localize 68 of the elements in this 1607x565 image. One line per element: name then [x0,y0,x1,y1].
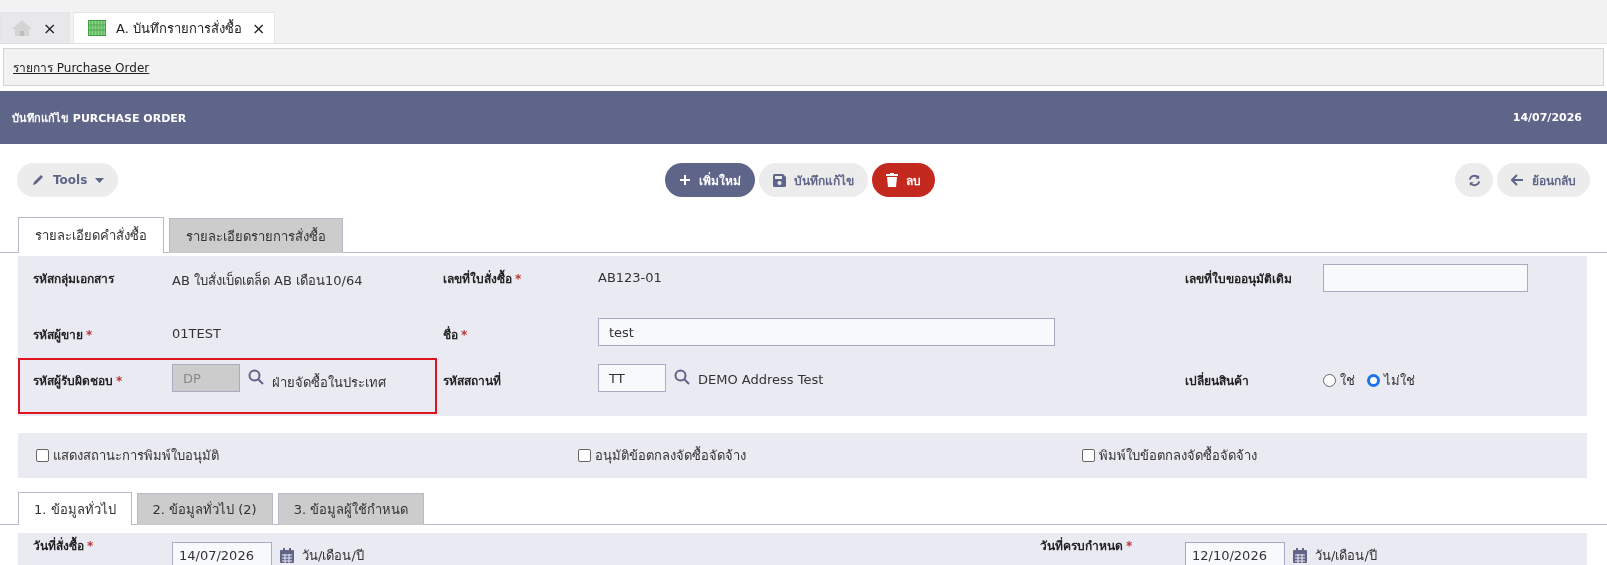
delete-button[interactable]: ลบ [872,163,935,197]
text-field[interactable]: test [598,318,1055,346]
save-button[interactable]: บันทึกแก้ไข [759,163,868,197]
radio-label: ไม่ใช่ [1384,372,1415,390]
field-label: รหัสผู้ขาย [33,327,83,345]
required-mark: * [87,539,94,553]
lookup-description: ฝ่ายจัดซื้อในประเทศ [272,372,386,392]
search-icon[interactable] [674,369,690,385]
close-icon[interactable]: × [251,18,266,38]
tab[interactable]: 3. ข้อมูลผู้ใช้กำหนด [277,493,425,525]
radio-button[interactable] [1323,374,1336,387]
field-label: เลขที่ใบขออนุมัติเดิม [1185,270,1292,289]
refresh-icon [1467,173,1481,187]
back-button[interactable]: ย้อนกลับ [1497,163,1590,197]
date-field[interactable]: 12/10/2026 [1185,542,1285,565]
text-field[interactable] [1323,264,1528,292]
required-mark: * [116,374,123,388]
refresh-button[interactable] [1455,163,1493,197]
field-label: รหัสผู้รับผิดชอบ [33,373,113,391]
checkbox-label: พิมพ์ใบข้อตกลงจัดซื้อจัดจ้าง [1099,445,1257,465]
date-format-hint: วัน/เดือน/ปี [1315,546,1377,565]
field-label: วันที่สั่งซื้อ [33,537,84,557]
field-label: วันที่ครบกำหนด [1040,537,1123,555]
pencil-icon [31,173,45,187]
required-mark: * [461,328,468,342]
checkbox-label: อนุมัติข้อตกลงจัดซื้อจัดจ้าง [595,445,746,466]
close-icon[interactable]: × [43,18,57,38]
field-label: รหัสกลุ่มเอกสาร [33,271,114,289]
breadcrumb-link[interactable]: รายการ Purchase Order [13,57,150,77]
checkbox[interactable] [36,449,49,462]
trash-icon [886,173,898,187]
field-label: รหัสสถานที่ [443,372,501,390]
tab[interactable]: รายละเอียดรายการสั่งซื้อ [169,218,343,253]
calendar-icon[interactable] [280,547,294,563]
required-mark: * [515,272,522,286]
lookup-description: DEMO Address Test [698,371,824,387]
radio-label: ใช่ [1340,372,1355,390]
checkbox[interactable] [1082,449,1095,462]
page-title: บันทึกแก้ไข PURCHASE ORDER [12,110,187,127]
date-format-hint: วัน/เดือน/ปี [302,546,364,565]
field-value: 01TEST [172,325,221,341]
field-value: AB123-01 [598,269,662,285]
required-mark: * [1126,539,1133,553]
field-label: เลขที่ใบสั่งซื้อ [443,270,512,290]
code-field[interactable]: TT [598,364,666,392]
add-button[interactable]: เพิ่มใหม่ [665,163,755,197]
calendar-icon[interactable] [1293,547,1307,563]
checkbox[interactable] [578,449,591,462]
spreadsheet-icon [88,20,106,36]
tools-button[interactable]: Tools [17,163,119,197]
tab[interactable]: รายละเอียดคำสั่งซื้อ [18,217,164,253]
arrow-left-icon [1511,174,1524,186]
window-tab[interactable]: A. บันทึกรายการสั่งซื้อ × [73,12,276,43]
plus-icon [679,174,691,186]
required-mark: * [86,328,93,342]
tab[interactable]: 1. ข้อมูลทั่วไป [18,492,132,525]
field-label: ชื่อ [443,326,458,344]
tab-label: A. บันทึกรายการสั่งซื้อ [116,18,242,38]
caret-icon [95,177,105,183]
date-field[interactable]: 14/07/2026 [172,542,272,565]
tab[interactable]: 2. ข้อมูลทั่วไป (2) [136,493,273,525]
field-label: เปลี่ยนสินค้า [1185,372,1249,390]
checkbox-label: แสดงสถานะการพิมพ์ใบอนุมัติ [53,447,219,466]
radio-button[interactable] [1367,374,1380,387]
header-date: 14/07/2026 [1512,111,1582,124]
field-value: AB ใบสั่งเบ็ดเตล็ด AB เดือน10/64 [172,270,363,290]
window-tab[interactable]: × [0,12,70,43]
home-icon [11,19,33,37]
